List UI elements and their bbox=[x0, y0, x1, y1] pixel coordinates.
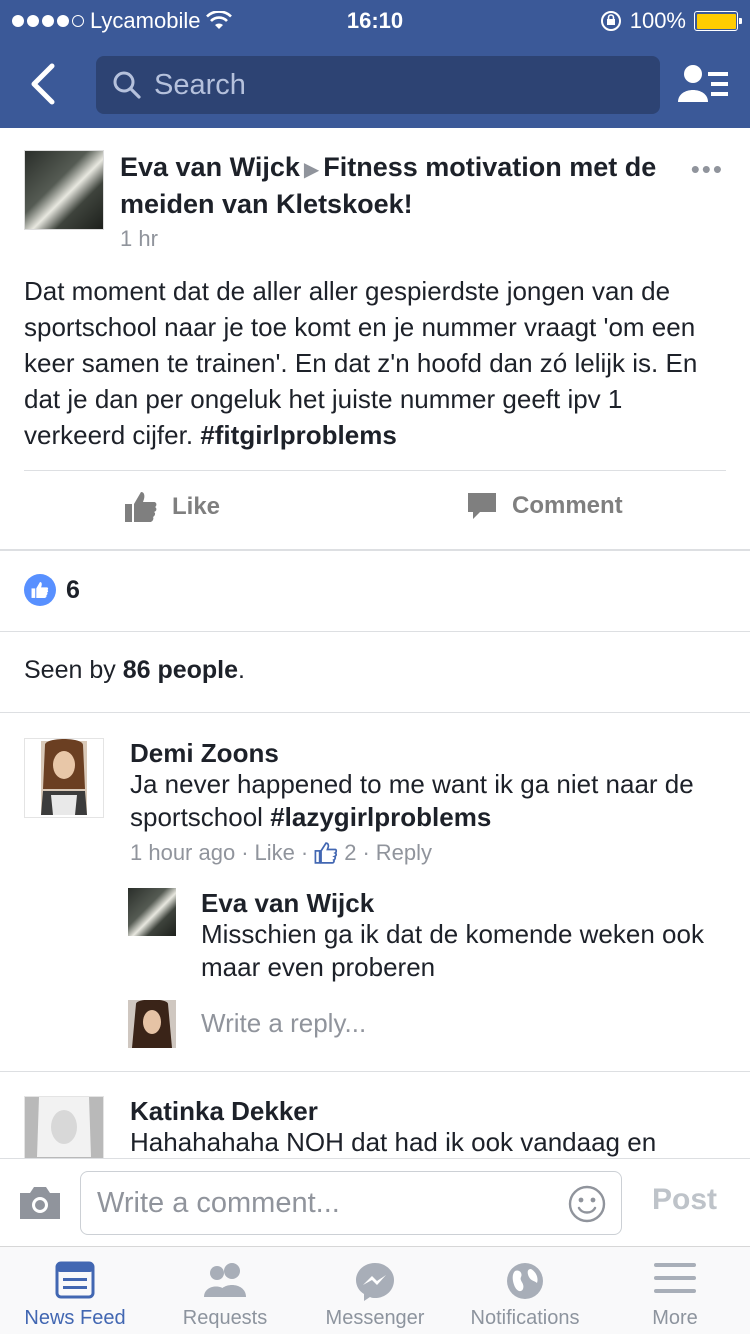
comment-item: Katinka Dekker Hahahahaha NOH dat had ik… bbox=[24, 1096, 724, 1158]
tab-bar: News Feed Requests Messenger Notificatio… bbox=[0, 1246, 750, 1334]
back-button[interactable] bbox=[22, 60, 66, 108]
comment-button[interactable]: Comment bbox=[466, 490, 623, 522]
tab-label: News Feed bbox=[24, 1307, 126, 1329]
messenger-icon bbox=[356, 1263, 394, 1301]
comment-like-button[interactable]: Like bbox=[255, 840, 295, 866]
tab-label: Notifications bbox=[470, 1307, 580, 1329]
search-input[interactable] bbox=[154, 68, 634, 102]
smiley-icon bbox=[568, 1185, 606, 1223]
tab-label: Requests bbox=[182, 1307, 268, 1329]
friends-list-icon bbox=[678, 65, 728, 102]
like-reaction-icon bbox=[24, 574, 56, 606]
author-avatar[interactable] bbox=[24, 150, 104, 230]
search-box[interactable] bbox=[96, 56, 660, 114]
comment-time: 1 hour ago bbox=[130, 840, 236, 865]
thumbs-up-outline-icon bbox=[314, 842, 338, 864]
emoji-button[interactable] bbox=[567, 1184, 607, 1229]
triangle-right-icon: ▶ bbox=[303, 159, 320, 181]
comment-text: Hahahahaha NOH dat had ik ook vandaag en bbox=[130, 1127, 657, 1157]
status-bar: Lycamobile 16:10 100% bbox=[0, 0, 750, 40]
battery-icon bbox=[694, 11, 742, 31]
post-author[interactable]: Eva van Wijck bbox=[120, 152, 300, 182]
tab-more[interactable]: More bbox=[600, 1247, 750, 1334]
divider bbox=[0, 1071, 750, 1072]
post-actions: Like Comment bbox=[0, 472, 750, 550]
reply-composer[interactable]: Write a reply... bbox=[128, 999, 728, 1050]
tab-messenger[interactable]: Messenger bbox=[300, 1247, 450, 1334]
divider bbox=[0, 631, 750, 632]
comment-reply-button[interactable]: Reply bbox=[376, 840, 432, 866]
comment-bubble-icon bbox=[468, 493, 496, 519]
comment-meta: 1 hour ago · Like · 2 · Reply bbox=[130, 840, 433, 866]
seen-prefix: Seen by bbox=[24, 656, 116, 684]
divider bbox=[24, 470, 726, 471]
battery-group: 100% bbox=[600, 8, 742, 34]
notifications-icon bbox=[507, 1263, 543, 1299]
chevron-left-icon bbox=[31, 63, 55, 105]
tab-news-feed[interactable]: News Feed bbox=[0, 1247, 150, 1334]
comment-input[interactable] bbox=[97, 1186, 537, 1220]
reply-author[interactable]: Eva van Wijck bbox=[201, 888, 374, 919]
tab-label: Messenger bbox=[325, 1307, 425, 1329]
camera-icon bbox=[20, 1187, 60, 1219]
seen-count: 86 people bbox=[122, 656, 239, 684]
post-body: Dat moment dat de aller aller gespierdst… bbox=[24, 273, 729, 453]
commenter-avatar[interactable] bbox=[24, 1096, 104, 1158]
more-icon bbox=[654, 1263, 696, 1293]
comment-composer: Post bbox=[0, 1158, 750, 1246]
news-feed-icon bbox=[55, 1261, 95, 1299]
commenter-name[interactable]: Demi Zoons bbox=[130, 738, 279, 769]
post-button[interactable]: Post bbox=[652, 1183, 717, 1217]
comment-box[interactable] bbox=[80, 1171, 622, 1235]
like-count: 6 bbox=[66, 575, 80, 604]
post-time[interactable]: 1 hr bbox=[120, 226, 158, 252]
seen-suffix: . bbox=[238, 656, 245, 684]
tab-label: More bbox=[652, 1307, 698, 1329]
thumbs-up-icon bbox=[125, 492, 157, 522]
post-hashtag[interactable]: #fitgirlproblems bbox=[200, 420, 396, 450]
friend-list-button[interactable] bbox=[678, 62, 730, 108]
reply-text: Misschien ga ik dat de komende weken ook… bbox=[201, 919, 704, 982]
like-label: Like bbox=[172, 493, 221, 520]
like-button[interactable]: Like bbox=[124, 490, 220, 524]
camera-button[interactable] bbox=[18, 1185, 62, 1226]
search-icon bbox=[113, 71, 141, 99]
commenter-name[interactable]: Katinka Dekker bbox=[130, 1096, 318, 1127]
requests-icon bbox=[204, 1263, 246, 1297]
commenter-avatar[interactable] bbox=[24, 738, 104, 818]
comment-hashtag[interactable]: #lazygirlproblems bbox=[270, 802, 491, 832]
rotation-lock-icon bbox=[600, 11, 621, 31]
tab-notifications[interactable]: Notifications bbox=[450, 1247, 600, 1334]
reply-item: Eva van Wijck Misschien ga ik dat de kom… bbox=[128, 888, 728, 982]
divider bbox=[0, 549, 750, 551]
current-user-avatar bbox=[128, 999, 176, 1048]
comment-text: Ja never happened to me want ik ga niet … bbox=[130, 768, 730, 834]
likes-summary[interactable]: 6 bbox=[24, 574, 80, 606]
post-title: Eva van Wijck ▶ Fitness motivation met de … bbox=[120, 150, 680, 221]
battery-percent: 100% bbox=[629, 8, 686, 33]
nav-bar bbox=[0, 40, 750, 128]
comment-like-count[interactable]: 2 bbox=[344, 840, 356, 866]
reply-input[interactable]: Write a reply... bbox=[201, 1008, 366, 1039]
more-options-icon[interactable]: ••• bbox=[691, 154, 724, 185]
divider bbox=[0, 712, 750, 713]
tab-requests[interactable]: Requests bbox=[150, 1247, 300, 1334]
reply-avatar[interactable] bbox=[128, 888, 176, 936]
seen-by[interactable]: Seen by 86 people. bbox=[24, 656, 245, 685]
comment-label: Comment bbox=[512, 492, 623, 519]
